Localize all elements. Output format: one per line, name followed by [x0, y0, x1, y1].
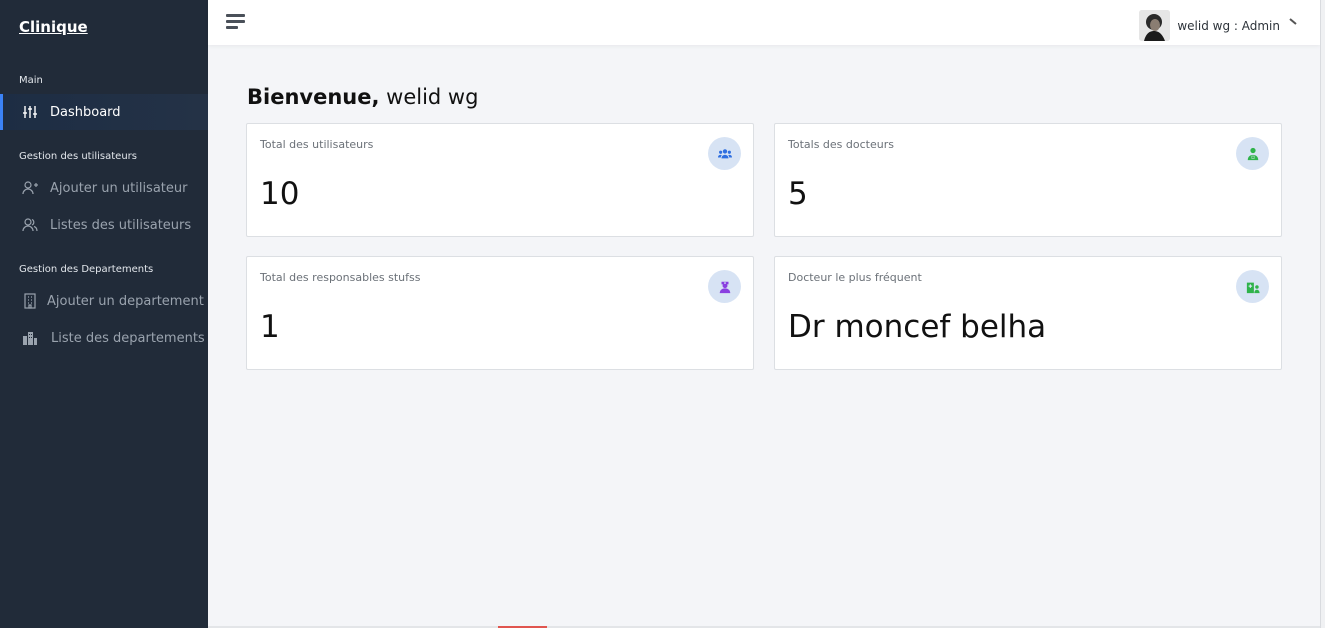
sidebar-item-add-user[interactable]: Ajouter un utilisateur — [0, 170, 208, 206]
stat-card-doctors: Totals des docteurs 5 — [774, 123, 1282, 237]
card-label: Docteur le plus fréquent — [788, 271, 922, 284]
hospital-user-icon — [1236, 270, 1269, 303]
card-value: 1 — [260, 309, 280, 345]
page-title: Bienvenue, welid wg — [247, 85, 478, 109]
chevron-down-icon — [1289, 17, 1297, 25]
nurse-icon — [708, 270, 741, 303]
user-menu[interactable]: welid wg : Admin — [1139, 10, 1298, 41]
city-icon — [22, 330, 38, 346]
users-group-icon — [708, 137, 741, 170]
sidebar-item-label: Ajouter un utilisateur — [50, 180, 188, 196]
sliders-icon — [22, 104, 38, 120]
card-label: Total des utilisateurs — [260, 138, 374, 151]
sidebar-item-list-users[interactable]: Listes des utilisateurs — [0, 207, 208, 243]
stat-card-frequent-doctor: Docteur le plus fréquent Dr moncef belha — [774, 256, 1282, 370]
section-title-users: Gestion des utilisateurs — [19, 151, 137, 162]
doctor-icon — [1236, 137, 1269, 170]
stat-card-staff: Total des responsables stufss 1 — [246, 256, 754, 370]
welcome-label: Bienvenue, — [247, 85, 380, 109]
topbar: welid wg : Admin — [208, 0, 1320, 45]
sidebar: Clinique Main Dashboard Gestion des util… — [0, 0, 208, 628]
card-value: 10 — [260, 176, 300, 212]
card-value: 5 — [788, 176, 808, 212]
card-label: Total des responsables stufss — [260, 271, 421, 284]
users-icon — [22, 217, 38, 233]
brand-link[interactable]: Clinique — [19, 18, 88, 36]
sidebar-item-label: Listes des utilisateurs — [50, 217, 192, 233]
scrollbar[interactable] — [1320, 0, 1325, 628]
user-name: welid wg : Admin — [1177, 18, 1280, 33]
card-value: Dr moncef belha — [788, 309, 1047, 345]
sidebar-item-label: Dashboard — [50, 104, 121, 120]
stat-card-users: Total des utilisateurs 10 — [246, 123, 754, 237]
avatar — [1139, 10, 1171, 41]
welcome-name: welid wg — [386, 85, 479, 109]
building-icon — [22, 293, 38, 309]
sidebar-item-add-departement[interactable]: Ajouter un departement — [0, 283, 208, 319]
user-add-icon — [22, 180, 38, 196]
section-title-departements: Gestion des Departements — [19, 264, 154, 275]
sidebar-item-label: Liste des departements — [51, 330, 205, 346]
card-label: Totals des docteurs — [788, 138, 894, 151]
hamburger-icon[interactable] — [226, 14, 245, 30]
sidebar-item-label: Ajouter un departement — [47, 293, 204, 309]
sidebar-item-dashboard[interactable]: Dashboard — [0, 94, 208, 130]
sidebar-item-list-departements[interactable]: Liste des departements — [0, 320, 208, 356]
section-title-main: Main — [19, 75, 43, 86]
